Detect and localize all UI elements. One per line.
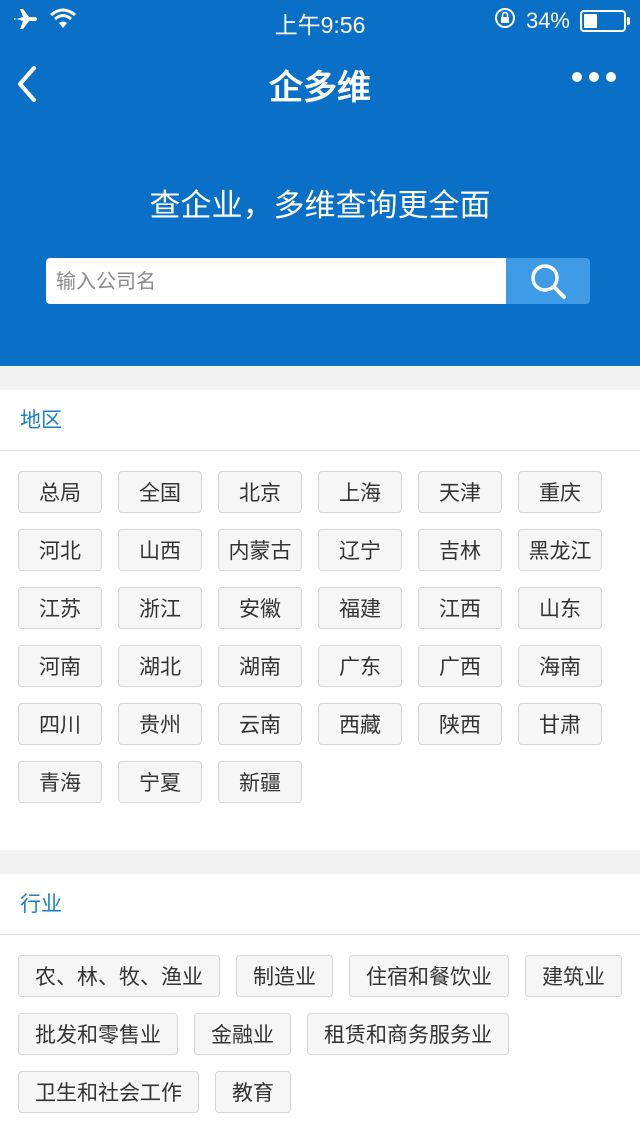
- industry-tag[interactable]: 农、林、牧、渔业: [18, 955, 220, 997]
- region-grid: 总局 全国 北京 上海 天津 重庆河北 山西 内蒙古 辽宁 吉林 黑龙江江苏 浙江 安徽 福建 江西 山东河南…: [0, 451, 640, 803]
- region-tag[interactable]: 云南: [218, 703, 302, 745]
- search-input[interactable]: [46, 258, 506, 304]
- region-tag[interactable]: 安徽: [218, 587, 302, 629]
- region-tag[interactable]: 河南: [18, 645, 102, 687]
- region-section: 地区 总局 全国 北京 上海 天津 重庆河北 山西 内蒙古 辽宁 吉林 黑龙江江苏 浙江 安徽 福建 江西山…: [0, 390, 640, 850]
- region-tag[interactable]: 青海: [18, 761, 102, 803]
- region-tag[interactable]: 广东: [318, 645, 402, 687]
- region-tag[interactable]: 贵州: [118, 703, 202, 745]
- rotation-lock-icon: [494, 7, 516, 35]
- search-icon: [531, 264, 566, 299]
- region-tag[interactable]: 辽宁: [318, 529, 402, 571]
- status-bar: 上午9:56 34%: [0, 0, 640, 40]
- region-tag[interactable]: 山西: [118, 529, 202, 571]
- region-tag[interactable]: 浙江: [118, 587, 202, 629]
- industry-tag[interactable]: 教育: [215, 1071, 291, 1113]
- region-tag[interactable]: 甘肃: [518, 703, 602, 745]
- search-button[interactable]: [506, 258, 590, 304]
- region-tag[interactable]: 天津: [418, 471, 502, 513]
- region-tag[interactable]: 上海: [318, 471, 402, 513]
- region-tag[interactable]: 总局: [18, 471, 102, 513]
- region-tag[interactable]: 黑龙江: [518, 529, 602, 571]
- industry-tag[interactable]: 卫生和社会工作: [18, 1071, 199, 1113]
- more-dot-icon: [589, 72, 599, 82]
- header: 上午9:56 34% 企多维 查企业，多维查询更全面: [0, 0, 640, 366]
- industry-tag[interactable]: 建筑业: [525, 955, 622, 997]
- region-tag[interactable]: 湖北: [118, 645, 202, 687]
- region-tag[interactable]: 河北: [18, 529, 102, 571]
- slogan: 查企业，多维查询更全面: [149, 188, 491, 224]
- region-tag[interactable]: 广西: [418, 645, 502, 687]
- industry-grid: 农、林、牧、渔业 制造业 住宿和餐饮业 建筑业批发和零售业 金融业 租赁和商务服务业卫生和…: [0, 935, 640, 1113]
- battery-percent: 34%: [525, 8, 570, 33]
- region-tag[interactable]: 北京: [218, 471, 302, 513]
- region-tag[interactable]: 新疆: [218, 761, 302, 803]
- region-tag[interactable]: 宁夏: [118, 761, 202, 803]
- industry-tag[interactable]: 制造业: [236, 955, 333, 997]
- region-tag[interactable]: 海南: [518, 645, 602, 687]
- region-tag[interactable]: 吉林: [418, 529, 502, 571]
- more-dot-icon: [572, 72, 582, 82]
- search-bar: [46, 258, 590, 304]
- region-tag[interactable]: 江苏: [18, 587, 102, 629]
- page-title: 企多维: [269, 68, 371, 108]
- region-title: 地区: [0, 390, 640, 451]
- region-tag[interactable]: 山东: [518, 587, 602, 629]
- industry-title: 行业: [0, 874, 640, 935]
- region-tag[interactable]: 湖南: [218, 645, 302, 687]
- region-tag[interactable]: 陕西: [418, 703, 502, 745]
- more-dot-icon: [606, 72, 616, 82]
- region-tag[interactable]: 江西: [418, 587, 502, 629]
- industry-tag[interactable]: 住宿和餐饮业: [349, 955, 509, 997]
- region-tag[interactable]: 重庆: [518, 471, 602, 513]
- region-tag[interactable]: 西藏: [318, 703, 402, 745]
- industry-tag[interactable]: 租赁和商务服务业: [307, 1013, 509, 1055]
- battery-icon: [580, 10, 630, 32]
- region-tag[interactable]: 内蒙古: [218, 529, 302, 571]
- industry-section: 行业 农、林、牧、渔业 制造业 住宿和餐饮业 建筑业批发和零售业 金融业 租赁和商务服务业…: [0, 874, 640, 1136]
- region-tag[interactable]: 四川: [18, 703, 102, 745]
- industry-tag[interactable]: 批发和零售业: [18, 1013, 178, 1055]
- region-tag[interactable]: 全国: [118, 471, 202, 513]
- region-tag[interactable]: 福建: [318, 587, 402, 629]
- industry-tag[interactable]: 金融业: [194, 1013, 291, 1055]
- more-button[interactable]: [572, 72, 616, 82]
